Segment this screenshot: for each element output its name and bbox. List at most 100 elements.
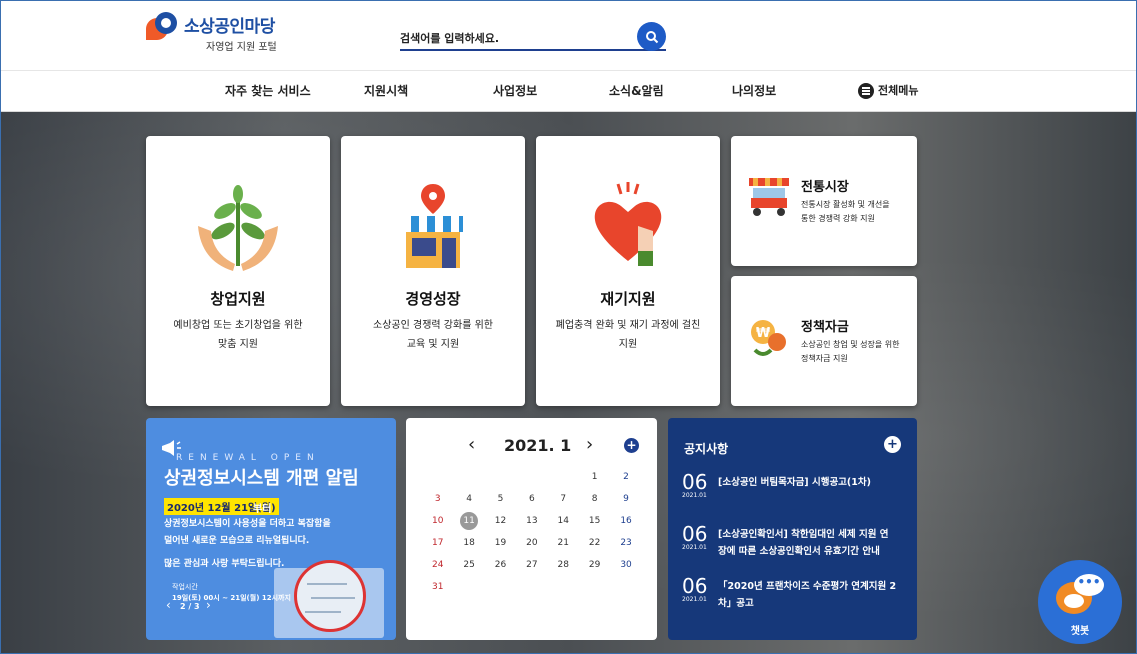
calendar-day[interactable]: 27: [516, 554, 547, 576]
renewal-banner[interactable]: RENEWAL OPEN 상권정보시스템 개편 알림 2020년 12월 21일…: [146, 418, 396, 640]
search-input[interactable]: 검색어를 입력하세요.: [400, 22, 666, 51]
calendar-day[interactable]: 4: [453, 488, 484, 510]
calendar-day[interactable]: 17: [422, 532, 453, 554]
calendar-prev-button[interactable]: ‹: [468, 434, 475, 455]
notice-day: 06: [682, 522, 708, 546]
calendar-day[interactable]: 18: [453, 532, 484, 554]
calendar-day[interactable]: 26: [485, 554, 516, 576]
calendar-day[interactable]: 11: [453, 510, 484, 532]
calendar-day: [516, 466, 547, 488]
calendar-day[interactable]: 6: [516, 488, 547, 510]
calendar-day[interactable]: 16: [610, 510, 641, 532]
card-recovery-support[interactable]: 재기지원 폐업충격 완화 및 재기 과정에 걸친 지원: [536, 136, 720, 406]
logo-mark-icon: [146, 12, 177, 42]
logo-title: 소상공인마당: [184, 17, 275, 37]
card-title: 재기지원: [600, 290, 656, 308]
calendar-day[interactable]: 21: [548, 532, 579, 554]
calendar-day[interactable]: 25: [453, 554, 484, 576]
heart-hand-icon: [594, 182, 662, 266]
calendar-day: [485, 576, 516, 598]
calendar-day[interactable]: 15: [579, 510, 610, 532]
calendar-day[interactable]: 3: [422, 488, 453, 510]
chatbot-button[interactable]: ••• 챗봇: [1038, 560, 1122, 644]
calendar-more-button[interactable]: +: [624, 438, 639, 453]
calendar-day[interactable]: 19: [485, 532, 516, 554]
map-magnifier-illustration: [294, 560, 366, 632]
card-title: 경영성장: [405, 290, 461, 308]
calendar-day: [453, 576, 484, 598]
banner-renewal-label: RENEWAL OPEN: [176, 453, 320, 463]
pager-prev-icon[interactable]: ‹: [166, 598, 171, 612]
calendar-day[interactable]: 31: [422, 576, 453, 598]
hamburger-menu-icon: [858, 82, 874, 99]
calendar-day[interactable]: 13: [516, 510, 547, 532]
logo-subtitle: 자영업 지원 포털: [206, 42, 277, 53]
calendar-day[interactable]: 7: [548, 488, 579, 510]
sprout-hands-icon: [198, 185, 278, 271]
notice-month: 2021.01: [682, 544, 707, 551]
card-title: 창업지원: [210, 290, 266, 308]
nav-item-frequent-services[interactable]: 자주 찾는 서비스: [225, 82, 311, 99]
notice-text: [소상공인확인서] 착한임대인 세제 지원 연 장에 따른 소상공인확인서 유효기…: [718, 529, 889, 557]
main-nav: 자주 찾는 서비스 지원시책 사업정보 소식&알림 나의정보 전체메뉴: [0, 70, 1137, 112]
card-title: 정책자금: [801, 320, 849, 335]
notice-title: 공지사항: [684, 442, 729, 456]
calendar-day[interactable]: 23: [610, 532, 641, 554]
calendar-day: [422, 466, 453, 488]
calendar-day: [453, 466, 484, 488]
calendar-day[interactable]: 24: [422, 554, 453, 576]
banner-pager: 작업시간 19일(토) 00시 ~ 21일(월) 12시까지 2 / 3 ‹ ›: [164, 578, 294, 612]
calendar-day[interactable]: 8: [579, 488, 610, 510]
market-cart-icon: [749, 178, 789, 216]
search-button[interactable]: [637, 22, 666, 51]
notice-month: 2021.01: [682, 492, 707, 499]
site-header: 소상공인마당 자영업 지원 포털 검색어를 입력하세요. 자주 찾는 서비스 지…: [0, 0, 1137, 112]
calendar-week-row: 24 25 26 27 28 29 30: [422, 554, 642, 576]
nav-item-business-info[interactable]: 사업정보: [493, 82, 537, 99]
calendar-day[interactable]: 12: [485, 510, 516, 532]
notice-more-button[interactable]: +: [884, 436, 901, 453]
all-menu-button[interactable]: 전체메뉴: [858, 82, 918, 99]
card-title: 전통시장: [801, 180, 849, 195]
notice-month: 2021.01: [682, 596, 707, 603]
svg-text:₩: ₩: [756, 326, 771, 341]
card-business-growth[interactable]: 경영성장 소상공인 경쟁력 강화를 위한 교육 및 지원: [341, 136, 525, 406]
card-traditional-market[interactable]: 전통시장 전통시장 활성화 및 개선을 통한 경쟁력 강화 지원: [731, 136, 917, 266]
calendar-day[interactable]: 9: [610, 488, 641, 510]
nav-item-policies[interactable]: 지원시책: [364, 82, 408, 99]
notice-text: 「2020년 프랜차이즈 수준평가 연계지원 2 차」공고: [718, 581, 897, 609]
calendar-week-row: 12: [422, 466, 642, 488]
pager-next-icon[interactable]: ›: [206, 598, 211, 612]
calendar-week-row: 10 11 12 13 14 15 16: [422, 510, 642, 532]
card-desc: 소상공인 경쟁력 강화를 위한 교육 및 지원: [373, 320, 493, 350]
calendar-day[interactable]: 5: [485, 488, 516, 510]
notice-text: [소상공인 버팀목자금] 시행공고(1차): [718, 477, 871, 488]
card-desc: 소상공인 창업 및 성장을 위한 정책자금 지원: [801, 340, 900, 363]
calendar-day[interactable]: 10: [422, 510, 453, 532]
calendar-grid: 1 2 3 4 5 6 7 8 9 10 11 12 13 14 15 16 17 18 19 20 21 22 23 24 2…: [422, 466, 642, 598]
card-desc: 전통시장 활성화 및 개선을 통한 경쟁력 강화 지원: [801, 200, 890, 223]
site-logo[interactable]: 소상공인마당 자영업 지원 포털: [146, 12, 277, 53]
calendar-day[interactable]: 30: [610, 554, 641, 576]
calendar-day[interactable]: 29: [579, 554, 610, 576]
calendar-day[interactable]: 2: [610, 466, 641, 488]
calendar-day[interactable]: 1: [579, 466, 610, 488]
notice-day: 06: [682, 574, 708, 598]
calendar-day[interactable]: 20: [516, 532, 547, 554]
calendar-month-label: 2021. 1: [504, 436, 572, 455]
nav-item-news[interactable]: 소식&알림: [609, 82, 664, 99]
calendar-week-row: 17 18 19 20 21 22 23: [422, 532, 642, 554]
calendar-day[interactable]: 28: [548, 554, 579, 576]
calendar-day: [548, 466, 579, 488]
store-location-icon: [403, 184, 463, 268]
calendar-day[interactable]: 14: [548, 510, 579, 532]
search-icon: [645, 30, 658, 43]
card-desc: 예비창업 또는 초기창업을 위한 맞춤 지원: [173, 320, 303, 350]
calendar-next-button[interactable]: ›: [586, 434, 593, 455]
notice-day: 06: [682, 470, 708, 494]
calendar-day[interactable]: 22: [579, 532, 610, 554]
nav-item-my-info[interactable]: 나의정보: [732, 82, 776, 99]
calendar-day: [548, 576, 579, 598]
card-policy-funds[interactable]: ₩ 정책자금 소상공인 창업 및 성장을 위한 정책자금 지원: [731, 276, 917, 406]
card-startup-support[interactable]: 창업지원 예비창업 또는 초기창업을 위한 맞춤 지원: [146, 136, 330, 406]
